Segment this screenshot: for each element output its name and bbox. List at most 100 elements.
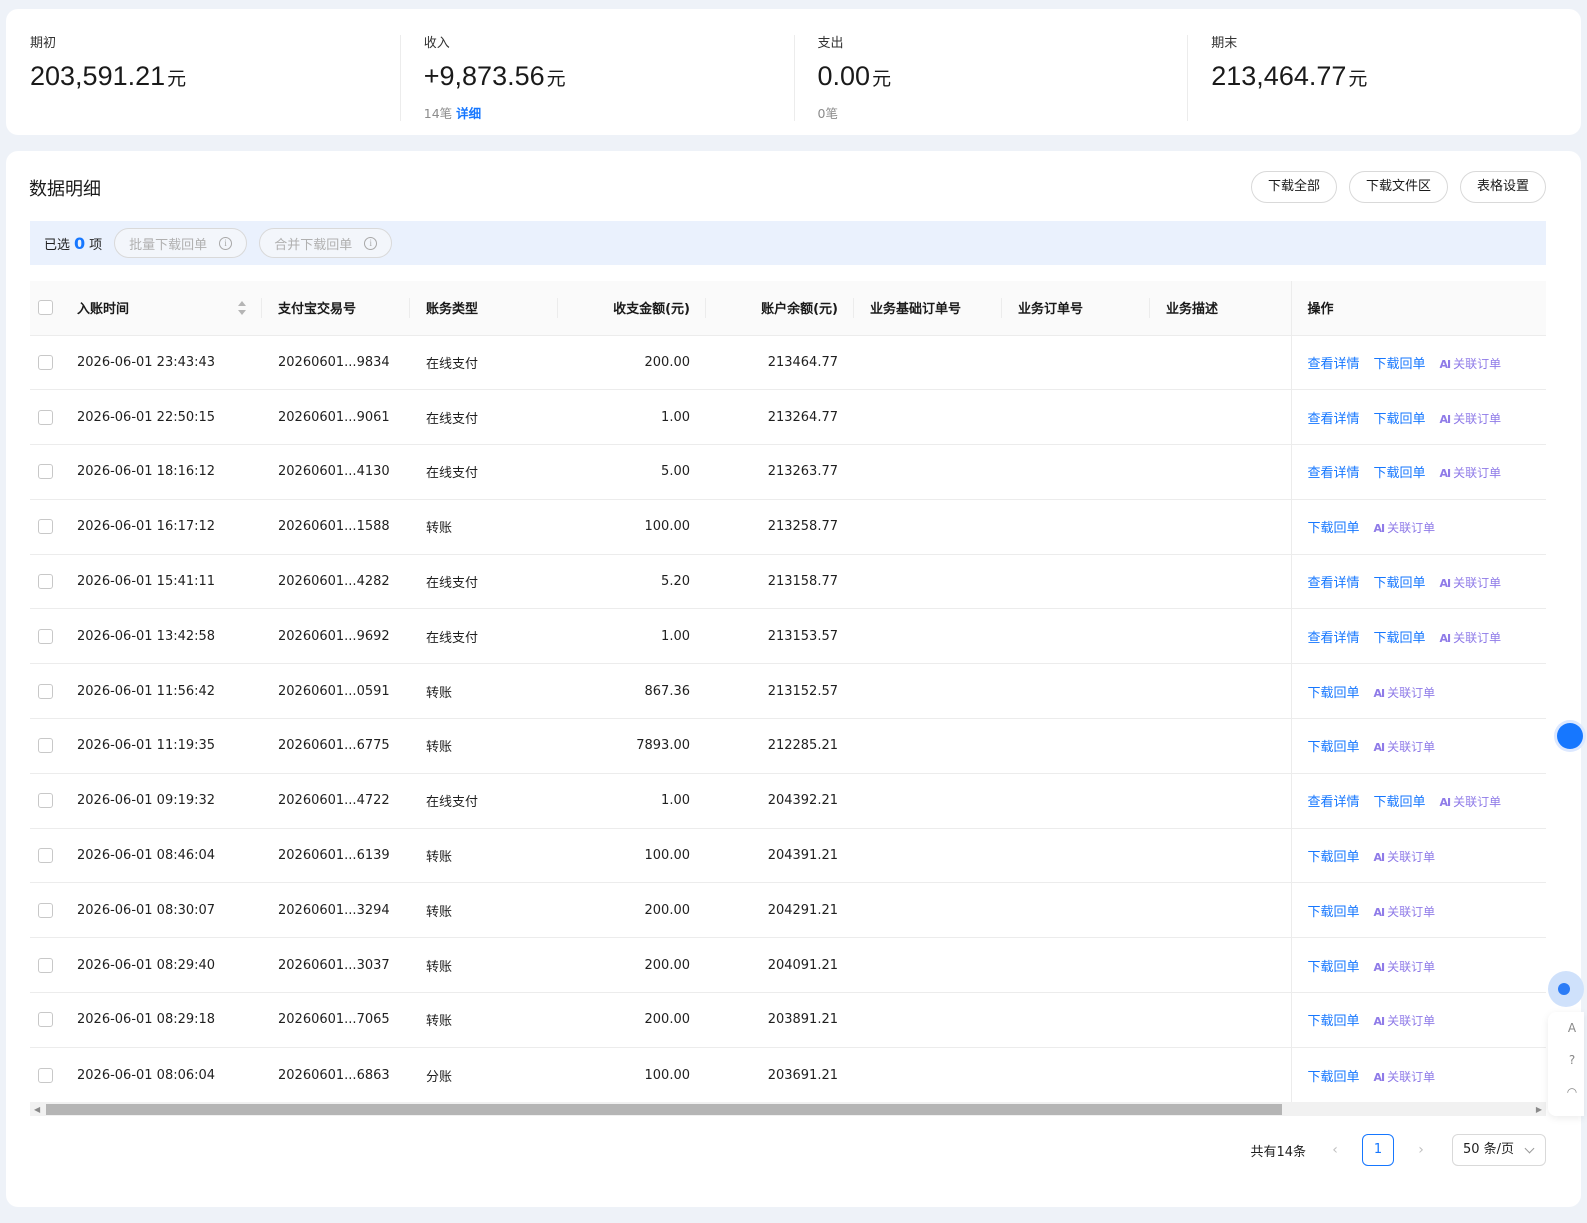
scrollbar-thumb[interactable] xyxy=(46,1104,1282,1115)
select-all-checkbox[interactable] xyxy=(38,300,53,316)
download-area-button[interactable]: 下载文件区 xyxy=(1348,171,1448,203)
row-checkbox[interactable] xyxy=(38,1012,53,1028)
page-1-button[interactable]: 1 xyxy=(1362,1134,1394,1166)
cell-type: 转账 xyxy=(410,498,558,555)
download-receipt-link[interactable]: 下载回单 xyxy=(1308,521,1360,536)
income-value: +9,873.56 元 xyxy=(424,59,794,97)
download-receipt-link[interactable]: 下载回单 xyxy=(1374,466,1426,481)
table-body: 2026-06-01 23:43:43 20260601...9834 在线支付 20… xyxy=(30,334,1546,1103)
row-checkbox[interactable] xyxy=(38,519,53,535)
download-receipt-link[interactable]: 下载回单 xyxy=(1374,357,1426,372)
float-action-icon[interactable] xyxy=(1557,723,1583,749)
opening-value: 203,591.21 元 xyxy=(30,59,400,97)
scroll-left-icon[interactable]: ◀ xyxy=(34,1105,40,1114)
cell-type: 转账 xyxy=(410,882,558,938)
ai-tool-icon[interactable]: A xyxy=(1548,1012,1584,1044)
download-receipt-link[interactable]: 下载回单 xyxy=(1374,795,1426,810)
next-page-icon[interactable]: › xyxy=(1410,1142,1432,1158)
expense-count: 0笔 xyxy=(817,106,838,121)
cell-amount: 7893.00 xyxy=(558,718,706,774)
help-icon[interactable]: ? xyxy=(1548,1044,1584,1076)
row-checkbox[interactable] xyxy=(38,848,53,864)
headset-icon[interactable]: ◠ xyxy=(1548,1076,1584,1108)
cell-base-order xyxy=(854,334,1002,390)
scroll-right-icon[interactable]: ▶ xyxy=(1536,1105,1542,1114)
assistant-bot-icon[interactable] xyxy=(1548,971,1584,1007)
cell-trade-no: 20260601...9834 xyxy=(262,334,410,390)
sort-icon[interactable] xyxy=(238,301,246,315)
download-receipt-link[interactable]: 下载回单 xyxy=(1374,631,1426,646)
merge-download-button[interactable]: 合并下载回单 i xyxy=(259,228,393,258)
download-receipt-link[interactable]: 下载回单 xyxy=(1308,905,1360,920)
batch-download-button[interactable]: 批量下载回单 i xyxy=(114,228,248,258)
relate-order-link[interactable]: AI 关联订单 xyxy=(1374,686,1436,700)
row-checkbox[interactable] xyxy=(38,628,53,644)
row-checkbox[interactable] xyxy=(38,464,53,480)
opening-amount: 203,591.21 xyxy=(30,61,166,91)
row-select-cell xyxy=(30,718,64,774)
relate-order-label: 关联订单 xyxy=(1387,904,1436,919)
view-detail-link[interactable]: 查看详情 xyxy=(1308,795,1360,810)
row-checkbox[interactable] xyxy=(38,1067,53,1083)
download-receipt-link[interactable]: 下载回单 xyxy=(1308,850,1360,865)
income-detail-link[interactable]: 详细 xyxy=(456,106,481,121)
cell-amount: 100.00 xyxy=(558,1046,706,1103)
relate-order-link[interactable]: AI 关联订单 xyxy=(1374,905,1436,919)
cell-desc xyxy=(1150,389,1291,445)
row-checkbox[interactable] xyxy=(38,793,53,809)
summary-closing: 期末 213,464.77 元 xyxy=(1187,9,1581,135)
relate-order-link[interactable]: AI 关联订单 xyxy=(1440,412,1502,426)
relate-order-link[interactable]: AI 关联订单 xyxy=(1374,1070,1436,1084)
cell-type: 在线支付 xyxy=(410,444,558,500)
download-all-button[interactable]: 下载全部 xyxy=(1250,171,1337,203)
download-receipt-link[interactable]: 下载回单 xyxy=(1308,740,1360,755)
table-row: 2026-06-01 09:19:32 20260601...4722 在线支付 1.… xyxy=(30,772,1546,829)
download-receipt-link[interactable]: 下载回单 xyxy=(1374,576,1426,591)
relate-order-link[interactable]: AI 关联订单 xyxy=(1374,740,1436,754)
download-receipt-link[interactable]: 下载回单 xyxy=(1308,686,1360,701)
summary-card: 期初 203,591.21 元 收入 +9,873.56 元 14笔 详细 支出 0.… xyxy=(6,9,1581,135)
prev-page-icon[interactable]: ‹ xyxy=(1324,1142,1346,1158)
col-time[interactable]: 入账时间 xyxy=(64,281,262,335)
row-checkbox[interactable] xyxy=(38,354,53,370)
cell-type: 在线支付 xyxy=(410,553,558,609)
info-icon[interactable]: i xyxy=(364,236,378,250)
horizontal-scrollbar[interactable]: ◀ ▶ xyxy=(30,1102,1546,1116)
relate-order-link[interactable]: AI 关联订单 xyxy=(1374,521,1436,535)
relate-order-link[interactable]: AI 关联订单 xyxy=(1374,960,1436,974)
download-receipt-link[interactable]: 下载回单 xyxy=(1374,412,1426,427)
row-checkbox[interactable] xyxy=(38,683,53,699)
download-receipt-link[interactable]: 下载回单 xyxy=(1308,1070,1360,1085)
cell-balance: 204392.21 xyxy=(706,772,854,829)
relate-order-link[interactable]: AI 关联订单 xyxy=(1440,631,1502,645)
row-checkbox[interactable] xyxy=(38,738,53,754)
income-count: 14笔 xyxy=(423,106,453,121)
relate-order-link[interactable]: AI 关联订单 xyxy=(1440,357,1502,371)
view-detail-link[interactable]: 查看详情 xyxy=(1308,357,1360,372)
view-detail-link[interactable]: 查看详情 xyxy=(1308,412,1360,427)
expense-label: 支出 xyxy=(817,36,844,51)
download-receipt-link[interactable]: 下载回单 xyxy=(1308,960,1360,975)
cell-amount: 100.00 xyxy=(558,498,706,555)
view-detail-link[interactable]: 查看详情 xyxy=(1308,631,1360,646)
view-detail-link[interactable]: 查看详情 xyxy=(1308,576,1360,591)
info-icon[interactable]: i xyxy=(219,236,233,250)
relate-order-link[interactable]: AI 关联订单 xyxy=(1440,795,1502,809)
row-checkbox[interactable] xyxy=(38,902,53,918)
cell-amount: 5.00 xyxy=(558,444,706,500)
relate-order-link[interactable]: AI 关联订单 xyxy=(1374,850,1436,864)
page-size-select[interactable]: 50 条/页 xyxy=(1452,1134,1546,1166)
cell-order xyxy=(1002,553,1150,609)
table-row: 2026-06-01 08:06:04 20260601...6863 分账 100.… xyxy=(30,1046,1546,1103)
relate-order-link[interactable]: AI 关联订单 xyxy=(1374,1014,1436,1028)
row-checkbox[interactable] xyxy=(38,409,53,425)
cell-balance: 213258.77 xyxy=(706,498,854,555)
relate-order-link[interactable]: AI 关联订单 xyxy=(1440,576,1502,590)
row-checkbox[interactable] xyxy=(38,957,53,973)
view-detail-link[interactable]: 查看详情 xyxy=(1308,466,1360,481)
relate-order-link[interactable]: AI 关联订单 xyxy=(1440,466,1502,480)
table-settings-button[interactable]: 表格设置 xyxy=(1459,171,1546,203)
row-checkbox[interactable] xyxy=(38,574,53,590)
download-receipt-link[interactable]: 下载回单 xyxy=(1308,1014,1360,1029)
cell-order xyxy=(1002,498,1150,555)
